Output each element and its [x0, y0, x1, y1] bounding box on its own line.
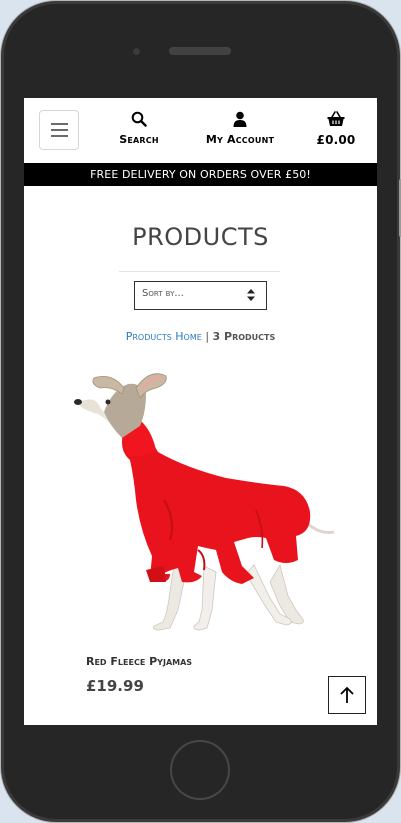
phone-frame: Search My Account £0.00 FREE DELIVERY ON… — [0, 0, 401, 823]
user-icon — [233, 111, 247, 127]
free-delivery-banner: FREE DELIVERY ON ORDERS OVER £50! — [24, 163, 377, 186]
basket-icon — [327, 111, 345, 126]
breadcrumb-separator: | — [205, 330, 210, 343]
sort-arrows-icon — [247, 289, 255, 301]
back-to-top-button[interactable] — [328, 676, 366, 714]
sort-selected-value: Sort by... — [142, 288, 184, 299]
title-divider — [119, 271, 280, 272]
product-name[interactable]: Red Fleece Pyjamas — [86, 655, 192, 668]
home-button[interactable] — [170, 740, 230, 800]
sort-select[interactable]: Sort by... — [134, 281, 267, 310]
search-nav-item[interactable]: Search — [119, 111, 159, 146]
product-price: £19.99 — [86, 677, 144, 695]
site-header: Search My Account £0.00 — [24, 98, 377, 163]
page-title: PRODUCTS — [132, 223, 269, 251]
front-camera — [133, 48, 140, 55]
basket-total: £0.00 — [316, 133, 356, 147]
search-label: Search — [119, 133, 159, 146]
my-account-label: My Account — [205, 133, 275, 146]
product-count: 3 Products — [212, 330, 276, 343]
product-image[interactable] — [66, 360, 336, 635]
menu-toggle-button[interactable] — [39, 110, 79, 150]
search-icon — [131, 111, 147, 127]
arrow-up-icon — [340, 686, 354, 703]
my-account-nav-item[interactable]: My Account — [201, 111, 279, 146]
breadcrumb: Products Home | 3 Products — [24, 330, 377, 343]
earpiece-speaker — [169, 47, 231, 55]
basket-nav-item[interactable]: £0.00 — [314, 111, 358, 147]
products-home-link[interactable]: Products Home — [126, 330, 202, 343]
screen: Search My Account £0.00 FREE DELIVERY ON… — [24, 98, 377, 725]
